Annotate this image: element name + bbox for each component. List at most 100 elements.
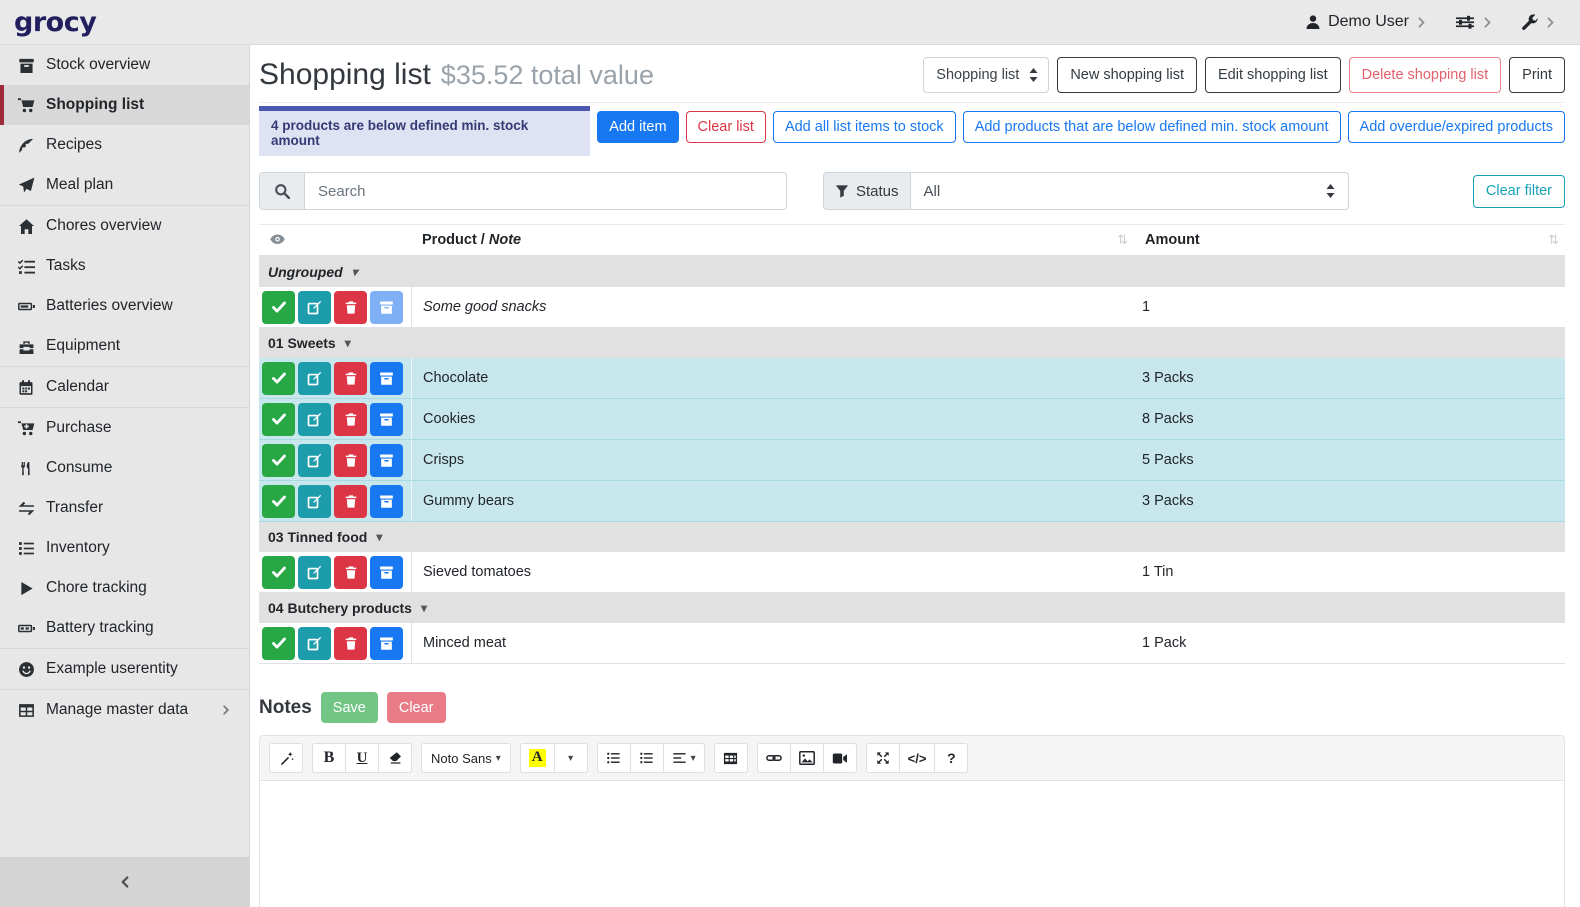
- clear-filter-button[interactable]: Clear filter: [1473, 175, 1565, 208]
- eye-icon[interactable]: [259, 233, 411, 247]
- edit-button[interactable]: [298, 291, 331, 324]
- column-header-amount[interactable]: Amount ⇅: [1134, 225, 1565, 255]
- user-menu[interactable]: Demo User: [1305, 13, 1427, 31]
- sidebar-item-tasks[interactable]: Tasks: [0, 246, 249, 286]
- select-arrows-icon: [1029, 68, 1038, 82]
- edit-button[interactable]: [298, 403, 331, 436]
- notes-save-button[interactable]: Save: [321, 692, 378, 723]
- caret-down-icon[interactable]: ▾: [376, 530, 382, 544]
- admin-menu[interactable]: [1521, 14, 1556, 31]
- add-to-stock-button[interactable]: [370, 362, 403, 395]
- edit-button[interactable]: [298, 485, 331, 518]
- edit-button[interactable]: [298, 627, 331, 660]
- insert-link-button[interactable]: [757, 743, 791, 773]
- sidebar-item-shopping-list[interactable]: Shopping list: [0, 85, 249, 125]
- add-below-min-stock-button[interactable]: Add products that are below defined min.…: [963, 111, 1341, 143]
- underline-button[interactable]: U: [345, 743, 379, 773]
- delete-button[interactable]: [334, 627, 367, 660]
- delete-button[interactable]: [334, 403, 367, 436]
- edit-shopping-list-button[interactable]: Edit shopping list: [1205, 57, 1341, 93]
- clear-list-button[interactable]: Clear list: [686, 111, 766, 143]
- sidebar-item-chore-tracking[interactable]: Chore tracking: [0, 568, 249, 608]
- delete-button[interactable]: [334, 362, 367, 395]
- insert-table-button[interactable]: [714, 743, 748, 773]
- edit-button[interactable]: [298, 362, 331, 395]
- clear-formatting-button[interactable]: [378, 743, 412, 773]
- fullscreen-button[interactable]: [866, 743, 900, 773]
- sidebar-item-manage-master-data[interactable]: Manage master data: [0, 690, 249, 730]
- delete-button[interactable]: [334, 444, 367, 477]
- edit-button[interactable]: [298, 444, 331, 477]
- font-family-select[interactable]: Noto Sans▾: [421, 743, 511, 773]
- sidebar-item-consume[interactable]: Consume: [0, 448, 249, 488]
- help-button[interactable]: ?: [934, 743, 968, 773]
- logo-area: grocy: [0, 7, 250, 38]
- sidebar-item-meal-plan[interactable]: Meal plan: [0, 165, 249, 205]
- paragraph-align-button[interactable]: ▾: [663, 743, 705, 773]
- sidebar-item-equipment[interactable]: Equipment: [0, 326, 249, 366]
- add-all-to-stock-button[interactable]: Add all list items to stock: [773, 111, 956, 143]
- sidebar-item-calendar[interactable]: Calendar: [0, 367, 249, 407]
- unordered-list-button[interactable]: [597, 743, 631, 773]
- done-button[interactable]: [262, 291, 295, 324]
- delete-shopping-list-button[interactable]: Delete shopping list: [1349, 57, 1502, 93]
- done-button[interactable]: [262, 444, 295, 477]
- sidebar-item-battery-tracking[interactable]: Battery tracking: [0, 608, 249, 648]
- bold-button[interactable]: B: [312, 743, 346, 773]
- delete-button[interactable]: [334, 485, 367, 518]
- sidebar-item-stock-overview[interactable]: Stock overview: [0, 45, 249, 85]
- sidebar-item-label: Calendar: [46, 378, 109, 396]
- add-to-stock-button[interactable]: [370, 444, 403, 477]
- settings-menu[interactable]: [1455, 14, 1493, 30]
- new-shopping-list-button[interactable]: New shopping list: [1057, 57, 1197, 93]
- status-filter-select[interactable]: All: [911, 172, 1349, 210]
- caret-down-icon[interactable]: ▾: [352, 265, 358, 279]
- font-color-button[interactable]: A: [520, 743, 555, 773]
- done-button[interactable]: [262, 403, 295, 436]
- magic-style-button[interactable]: [269, 743, 303, 773]
- delete-button[interactable]: [334, 556, 367, 589]
- done-button[interactable]: [262, 362, 295, 395]
- add-to-stock-button[interactable]: [370, 556, 403, 589]
- product-name: Cookies: [411, 399, 1134, 439]
- add-to-stock-button[interactable]: [370, 403, 403, 436]
- sidebar-item-recipes[interactable]: Recipes: [0, 125, 249, 165]
- caret-down-icon[interactable]: ▾: [421, 601, 427, 615]
- delete-button[interactable]: [334, 291, 367, 324]
- add-to-stock-button[interactable]: [370, 291, 403, 324]
- done-button[interactable]: [262, 556, 295, 589]
- sidebar-item-inventory[interactable]: Inventory: [0, 528, 249, 568]
- group-header-butchery: 04 Butchery products ▾: [259, 593, 1565, 623]
- align-icon: [672, 751, 687, 765]
- column-header-product[interactable]: Product / Note ⇅: [411, 225, 1134, 255]
- sidebar-collapse-button[interactable]: [0, 857, 249, 907]
- notes-clear-button[interactable]: Clear: [387, 692, 446, 723]
- page-header: Shopping list $35.52 total value Shoppin…: [259, 49, 1565, 103]
- add-overdue-button[interactable]: Add overdue/expired products: [1348, 111, 1565, 143]
- add-to-stock-button[interactable]: [370, 627, 403, 660]
- smiley-icon: [16, 661, 36, 678]
- code-view-button[interactable]: </>: [899, 743, 936, 773]
- main-content: Shopping list $35.52 total value Shoppin…: [250, 45, 1580, 907]
- insert-video-button[interactable]: [823, 743, 857, 773]
- sidebar-item-batteries-overview[interactable]: Batteries overview: [0, 286, 249, 326]
- edit-button[interactable]: [298, 556, 331, 589]
- add-to-stock-button[interactable]: [370, 485, 403, 518]
- ordered-list-button[interactable]: [630, 743, 664, 773]
- status-filter-label: Status: [823, 172, 911, 210]
- done-button[interactable]: [262, 627, 295, 660]
- insert-picture-button[interactable]: [790, 743, 824, 773]
- font-color-dropdown[interactable]: ▾: [554, 743, 588, 773]
- done-button[interactable]: [262, 485, 295, 518]
- caret-down-icon[interactable]: ▾: [345, 336, 351, 350]
- search-input[interactable]: [305, 173, 786, 209]
- shopping-list-selector[interactable]: Shopping list: [923, 57, 1049, 93]
- sidebar-item-transfer[interactable]: Transfer: [0, 488, 249, 528]
- print-button[interactable]: Print: [1509, 57, 1565, 93]
- notes-editor-area[interactable]: [260, 781, 1564, 907]
- sidebar-item-chores-overview[interactable]: Chores overview: [0, 206, 249, 246]
- sidebar-item-example-userentity[interactable]: Example userentity: [0, 649, 249, 689]
- add-item-button[interactable]: Add item: [597, 111, 678, 143]
- sidebar-item-purchase[interactable]: Purchase: [0, 408, 249, 448]
- table-grid-icon: [723, 751, 738, 766]
